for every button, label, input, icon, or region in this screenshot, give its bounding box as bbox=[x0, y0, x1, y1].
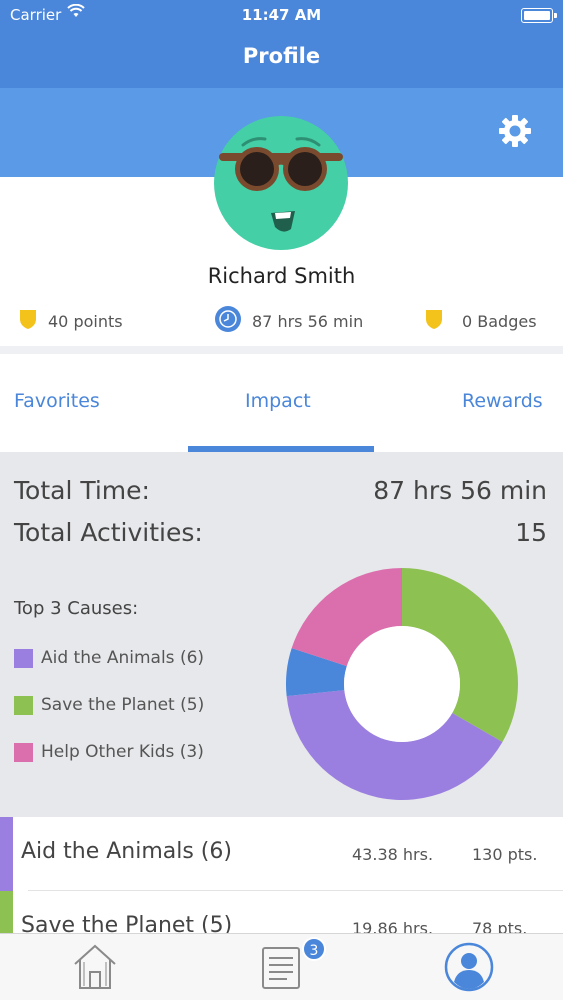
shield-icon bbox=[18, 308, 38, 334]
legend-item: Save the Planet (5) bbox=[14, 695, 204, 715]
causes-donut-chart bbox=[286, 568, 518, 800]
points-stat: 40 points bbox=[18, 308, 123, 334]
cause-name: Aid the Animals (6) bbox=[21, 839, 232, 864]
cause-hours: 43.38 hrs. bbox=[352, 845, 434, 864]
navigation-bar: Carrier 11:47 AM Profile bbox=[0, 0, 563, 88]
cause-color-bar bbox=[0, 817, 13, 891]
profile-icon[interactable] bbox=[444, 942, 494, 992]
donut-hole bbox=[344, 626, 460, 742]
section-divider bbox=[0, 346, 563, 354]
legend-item: Aid the Animals (6) bbox=[14, 648, 204, 668]
total-activities-value: 15 bbox=[515, 518, 547, 547]
causes-title: Top 3 Causes: bbox=[14, 598, 139, 619]
list-item[interactable]: Aid the Animals (6) 43.38 hrs. 130 pts. bbox=[0, 817, 563, 891]
battery-icon bbox=[521, 8, 557, 23]
cause-points: 78 pts. bbox=[472, 919, 528, 933]
cause-list: Aid the Animals (6) 43.38 hrs. 130 pts. … bbox=[0, 817, 563, 933]
total-time-value: 87 hrs 56 min bbox=[373, 476, 547, 505]
points-label: 40 points bbox=[48, 311, 123, 331]
legend-swatch bbox=[14, 742, 33, 762]
page-title: Profile bbox=[242, 44, 321, 68]
cause-points: 130 pts. bbox=[472, 845, 538, 864]
status-bar: Carrier 11:47 AM bbox=[0, 0, 563, 30]
cause-color-bar bbox=[0, 891, 13, 933]
legend-item: Help Other Kids (3) bbox=[14, 742, 204, 762]
tab-rewards[interactable]: Rewards bbox=[462, 390, 543, 412]
gear-icon[interactable] bbox=[497, 113, 533, 149]
legend-label: Save the Planet (5) bbox=[41, 695, 205, 715]
notification-badge: 3 bbox=[302, 937, 326, 961]
shield-icon bbox=[424, 308, 444, 334]
total-time-label: Total Time: bbox=[14, 476, 150, 505]
time-stat: 87 hrs 56 min bbox=[214, 305, 363, 337]
list-item[interactable]: Save the Planet (5) 19.86 hrs. 78 pts. bbox=[0, 891, 563, 933]
time-label: 87 hrs 56 min bbox=[252, 311, 364, 331]
cause-hours: 19.86 hrs. bbox=[352, 919, 434, 933]
tab-favorites[interactable]: Favorites bbox=[14, 390, 100, 412]
tab-bar bbox=[0, 933, 563, 1000]
legend-label: Help Other Kids (3) bbox=[41, 742, 204, 762]
clock-label: 11:47 AM bbox=[241, 6, 322, 24]
cause-name: Save the Planet (5) bbox=[21, 913, 233, 933]
legend-label: Aid the Animals (6) bbox=[41, 648, 205, 668]
legend-swatch bbox=[14, 695, 33, 715]
clock-icon bbox=[214, 305, 242, 337]
avatar[interactable] bbox=[213, 115, 349, 251]
tab-impact[interactable]: Impact bbox=[245, 390, 311, 412]
legend-swatch bbox=[14, 648, 33, 668]
badges-label: 0 Badges bbox=[462, 311, 537, 331]
news-icon[interactable] bbox=[257, 942, 305, 990]
profile-name: Richard Smith bbox=[207, 264, 356, 288]
total-activities-label: Total Activities: bbox=[14, 518, 203, 547]
profile-tabs: Favorites Impact Rewards bbox=[0, 354, 563, 452]
profile-stats: 40 points 87 hrs 56 min 0 Badges bbox=[0, 300, 563, 340]
badges-stat: 0 Badges bbox=[424, 308, 537, 334]
home-icon[interactable] bbox=[71, 942, 119, 990]
